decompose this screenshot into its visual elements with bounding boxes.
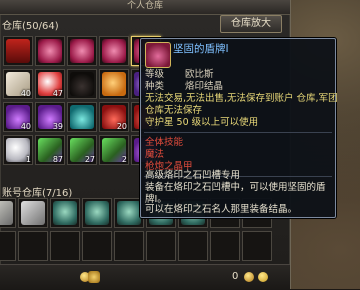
account-storage-label: 账号仓库(7/16) (2, 188, 73, 199)
pink-gem-icon (38, 39, 62, 63)
account-slot[interactable] (50, 231, 80, 261)
pink-gem-icon (70, 39, 94, 63)
account-slot[interactable] (82, 198, 112, 228)
item-count: 47 (52, 89, 63, 98)
restriction-line: 无法交易,无法出售,无法保存到账户 仓库,军团 (145, 93, 338, 104)
personal-storage-label: 仓库(50/64) (2, 21, 59, 32)
class-line: 全体技能 (145, 137, 184, 148)
item-count: 2 (121, 155, 127, 164)
account-slot[interactable] (146, 231, 176, 261)
row-label: 等级 (145, 69, 165, 80)
storage-slot[interactable] (67, 102, 97, 132)
feather-icon (0, 201, 13, 225)
storage-slot[interactable] (99, 69, 129, 99)
description-line: 高级烙印之石凹槽专用 (145, 170, 241, 181)
orange-orb-icon (102, 72, 126, 96)
storage-slot[interactable]: 20 (99, 102, 129, 132)
storage-slot[interactable] (67, 36, 97, 66)
storage-slot[interactable]: 47 (35, 69, 65, 99)
window-title: 个人仓库 (126, 1, 163, 11)
description-line: 装备在烙印之石凹槽中，可以使用坚固的盾 (145, 182, 326, 193)
item-count: 40 (20, 122, 31, 131)
pink-gem-icon (102, 39, 126, 63)
seal-icon (88, 271, 100, 283)
item-icon (145, 42, 171, 68)
teal-talisman-icon (85, 201, 109, 225)
currency-icon (244, 272, 254, 282)
tooltip-row-type: 种类 烙印结晶 (145, 81, 223, 93)
bottom-bar: 0 (0, 264, 290, 290)
account-slot[interactable] (242, 231, 272, 261)
storage-slot[interactable] (35, 36, 65, 66)
storage-slot[interactable] (67, 69, 97, 99)
account-slot[interactable] (210, 231, 240, 261)
account-slot[interactable] (0, 198, 16, 228)
account-slot[interactable] (114, 231, 144, 261)
description-line: 可以在烙印之石名人那里装备结晶。 (145, 204, 298, 215)
class-line: 魔法 (145, 149, 165, 160)
row-value: 欧比斯 (185, 69, 214, 80)
item-count: 20 (116, 122, 127, 131)
item-tooltip: 坚固的盾牌Ⅰ 等级 欧比斯 种类 烙印结晶 无法交易,无法出售,无法保存到账户 … (140, 38, 338, 218)
restriction-line: 守护星 50 级以上可以使用 (145, 117, 259, 128)
teal-talisman-icon (53, 201, 77, 225)
black-pearls-icon (70, 72, 94, 96)
teal-talisman-icon (117, 201, 141, 225)
silver-plate-icon (21, 201, 45, 225)
divider (144, 132, 332, 133)
item-count: 40 (20, 89, 31, 98)
item-count: 87 (52, 155, 63, 164)
title-bar[interactable]: 个人仓库 (0, 0, 290, 15)
storage-slot[interactable]: 39 (35, 102, 65, 132)
storage-slot[interactable]: 40 (3, 102, 33, 132)
account-slot[interactable] (18, 198, 48, 228)
smile-icon[interactable] (258, 272, 268, 282)
expand-storage-button[interactable]: 仓库放大 (220, 15, 282, 33)
item-count: 27 (84, 155, 95, 164)
storage-slot[interactable]: 40 (3, 69, 33, 99)
account-slot[interactable] (18, 231, 48, 261)
storage-slot[interactable]: 2 (99, 135, 129, 165)
item-count: 39 (52, 122, 63, 131)
storage-slot[interactable]: 27 (67, 135, 97, 165)
tooltip-title: 坚固的盾牌Ⅰ (173, 43, 229, 55)
red-robe-icon (6, 39, 30, 63)
account-slot[interactable] (82, 231, 112, 261)
item-count: 1 (25, 155, 31, 164)
storage-slot[interactable] (3, 36, 33, 66)
account-slot[interactable] (50, 198, 80, 228)
account-slot[interactable] (0, 231, 16, 261)
row-label: 种类 (145, 81, 165, 92)
teal-potion-icon (70, 105, 94, 129)
restriction-line: 仓库无法保存 (145, 105, 203, 116)
row-value: 烙印结晶 (185, 81, 224, 92)
storage-slot[interactable]: 87 (35, 135, 65, 165)
coin-count: 0 (232, 271, 239, 282)
account-slot[interactable] (178, 231, 208, 261)
storage-slot[interactable]: 1 (3, 135, 33, 165)
storage-slot[interactable] (99, 36, 129, 66)
tooltip-row-level: 等级 欧比斯 (145, 69, 214, 81)
